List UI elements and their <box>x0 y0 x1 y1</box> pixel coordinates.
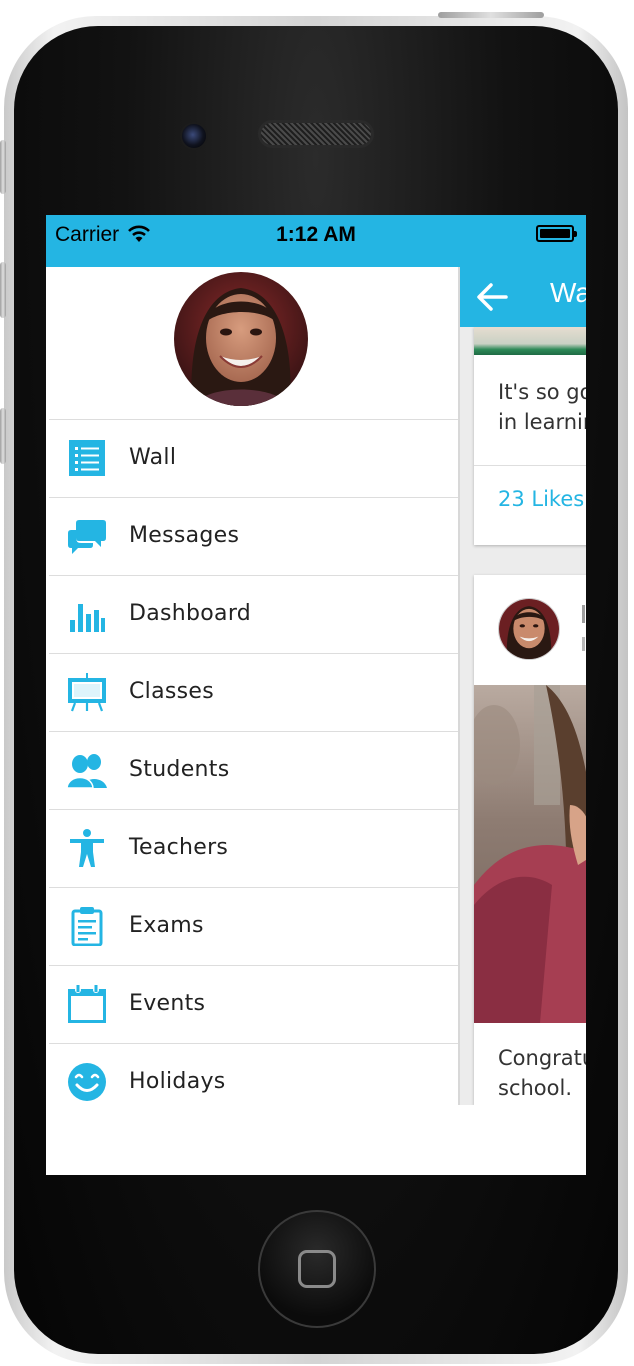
post-text-line: school. <box>498 1076 573 1100</box>
wall-title: Wa <box>550 277 586 308</box>
menu-item-label: Students <box>129 757 230 782</box>
list-icon <box>69 440 105 476</box>
menu-item-label: Dashboard <box>129 601 252 626</box>
home-button[interactable] <box>258 1210 376 1328</box>
status-bar: Carrier 1:12 AM <box>46 215 586 267</box>
smiley-icon <box>68 1063 106 1101</box>
menu-item-label: Wall <box>129 445 177 470</box>
post-card[interactable]: Congratu school. <box>474 575 586 1105</box>
back-arrow-icon[interactable] <box>474 279 510 315</box>
menu-item-label: Holidays <box>129 1069 226 1094</box>
post-time <box>582 637 585 651</box>
status-time: 1:12 AM <box>276 223 356 246</box>
calendar-icon <box>68 985 106 1023</box>
clipboard-icon <box>71 907 103 946</box>
battery-icon <box>536 225 577 242</box>
home-square-icon <box>298 1250 336 1288</box>
screen: Carrier 1:12 AM Wall Messages Dashboard … <box>46 215 586 1175</box>
menu-item-events[interactable]: Events <box>49 965 458 1043</box>
menu-item-messages[interactable]: Messages <box>49 497 458 575</box>
people-icon <box>67 754 107 789</box>
post-card[interactable]: It's so go in learnin 23 Likes <box>474 327 586 545</box>
menu-item-students[interactable]: Students <box>49 731 458 809</box>
author-avatar[interactable] <box>498 598 560 660</box>
post-text-line: in learnin <box>498 410 586 434</box>
power-button <box>438 12 544 18</box>
post-image <box>474 327 586 355</box>
author-name <box>582 605 585 623</box>
easel-board-icon <box>68 673 106 712</box>
card-divider <box>474 465 586 466</box>
menu-item-label: Messages <box>129 523 240 548</box>
drawer-menu: Wall Messages Dashboard Classes Students… <box>49 419 458 1121</box>
volume-up-button <box>0 262 6 318</box>
post-text-line: It's so go <box>498 380 586 404</box>
post-photo <box>474 685 586 1023</box>
wall-app-bar: Wa <box>460 267 586 327</box>
menu-item-exams[interactable]: Exams <box>49 887 458 965</box>
person-icon <box>70 829 104 867</box>
volume-down-button <box>0 408 6 464</box>
navigation-drawer: Wall Messages Dashboard Classes Students… <box>46 267 458 1105</box>
earpiece-speaker <box>258 120 374 148</box>
likes-link[interactable]: 23 Likes <box>498 487 584 511</box>
front-camera <box>180 122 208 150</box>
menu-item-classes[interactable]: Classes <box>49 653 458 731</box>
menu-item-label: Classes <box>129 679 214 704</box>
menu-item-label: Exams <box>129 913 204 938</box>
mute-switch <box>0 140 6 194</box>
menu-item-wall[interactable]: Wall <box>49 419 458 497</box>
wall-panel: It's so go in learnin 23 Likes <box>458 267 586 1105</box>
profile-avatar[interactable] <box>174 272 308 406</box>
menu-item-teachers[interactable]: Teachers <box>49 809 458 887</box>
post-text-line: Congratu <box>498 1046 586 1070</box>
menu-item-label: Teachers <box>129 835 229 860</box>
menu-item-dashboard[interactable]: Dashboard <box>49 575 458 653</box>
chat-bubbles-icon <box>68 520 106 554</box>
bar-chart-icon <box>70 604 105 632</box>
menu-item-label: Events <box>129 991 206 1016</box>
menu-item-holidays[interactable]: Holidays <box>49 1043 458 1121</box>
